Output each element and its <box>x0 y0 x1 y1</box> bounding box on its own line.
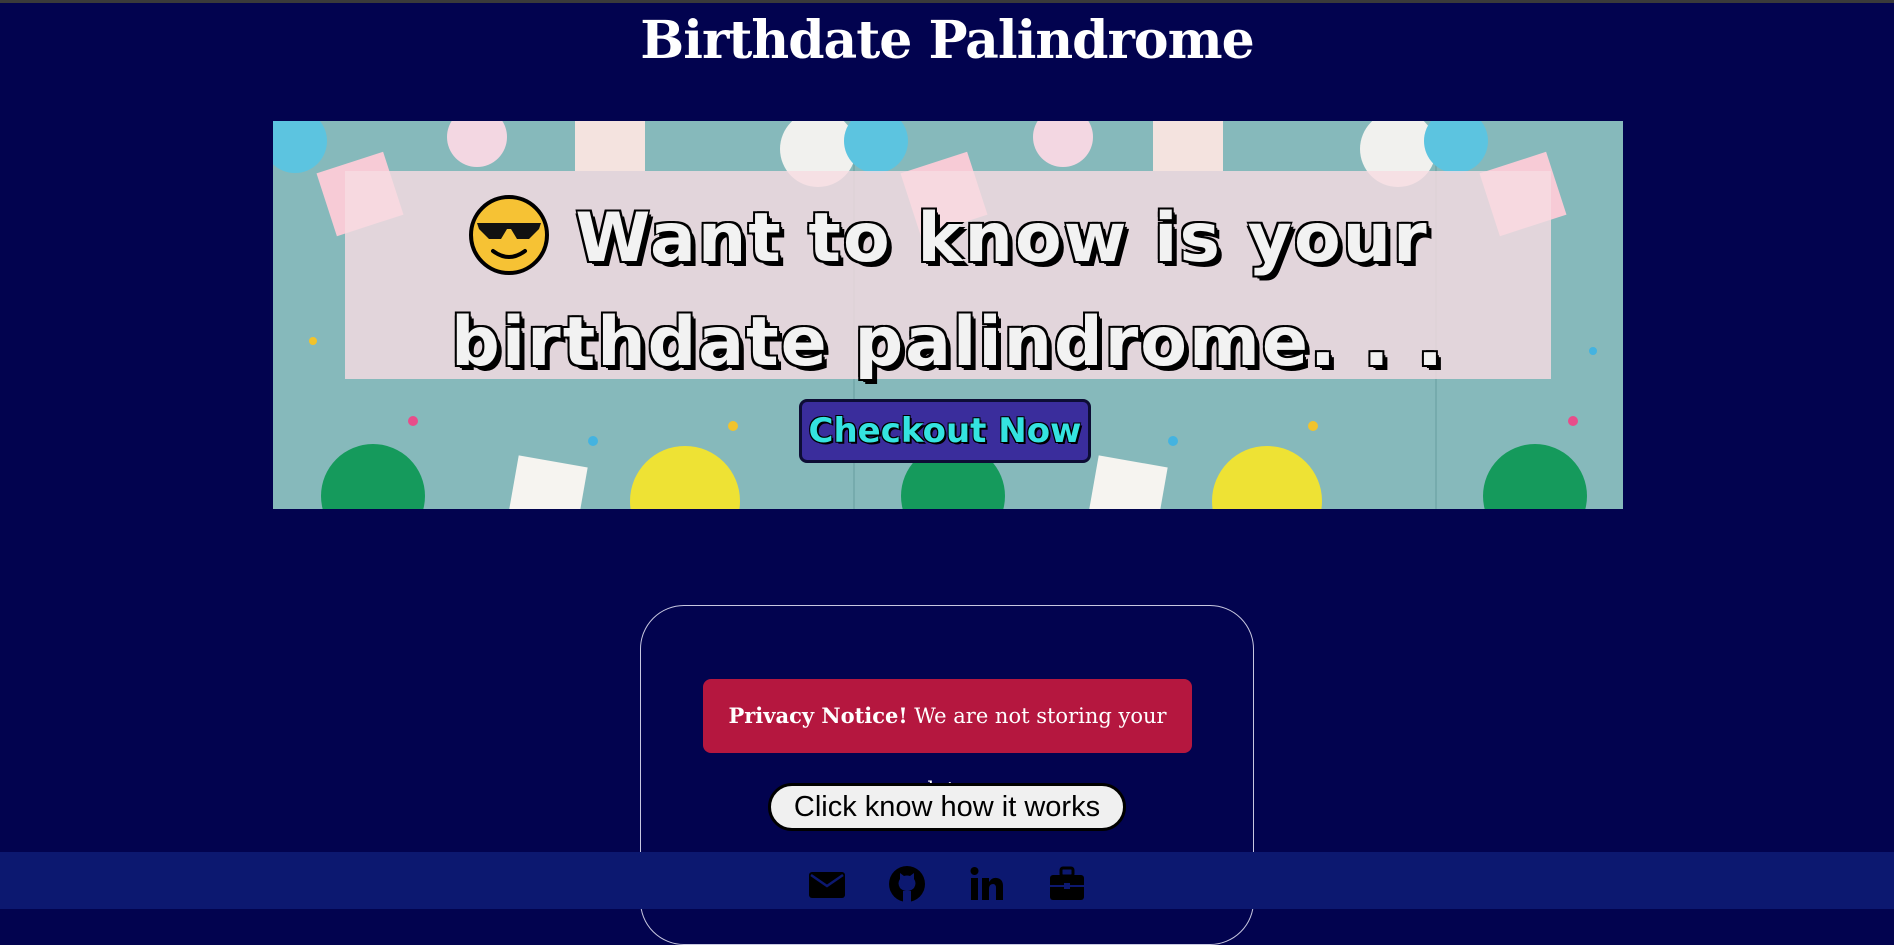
privacy-notice: Privacy Notice! We are not storing your … <box>703 679 1192 802</box>
checkout-now-button[interactable]: Checkout Now <box>799 399 1091 463</box>
hero-heading: Want to know is your birthdate palindrom… <box>273 187 1623 395</box>
smiling-face-with-sunglasses-icon <box>469 195 550 276</box>
how-it-works-button[interactable]: Click know how it works <box>768 783 1126 831</box>
page-title: Birthdate Palindrome <box>640 10 1254 71</box>
email-icon[interactable] <box>807 864 847 904</box>
privacy-notice-strong: Privacy Notice! <box>728 703 908 728</box>
hero-banner: Want to know is your birthdate palindrom… <box>273 121 1623 509</box>
briefcase-icon[interactable] <box>1047 864 1087 904</box>
footer-social-links <box>0 864 1894 904</box>
hero-heading-line1: Want to know is your <box>575 199 1429 278</box>
hero-heading-line2: birthdate palindrome. . . <box>451 303 1445 382</box>
linkedin-icon[interactable] <box>967 864 1007 904</box>
github-icon[interactable] <box>887 864 927 904</box>
top-border <box>0 0 1894 3</box>
